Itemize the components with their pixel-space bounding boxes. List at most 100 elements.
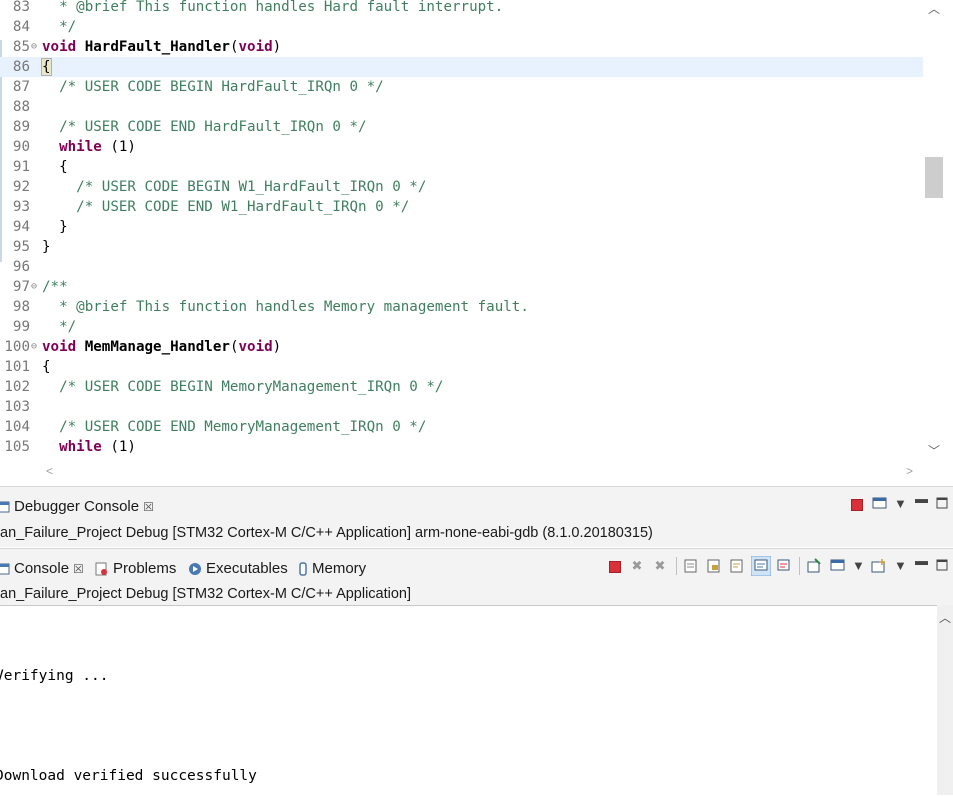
code-line[interactable]: 95}	[0, 237, 923, 257]
code-line[interactable]: 90 while (1)	[0, 137, 923, 157]
tab-problems[interactable]: Problems	[95, 557, 176, 581]
code-line[interactable]: 101 {	[0, 357, 923, 377]
code-line[interactable]: 83 * @brief This function handles Hard f…	[0, 0, 923, 17]
scroll-right-arrow-icon[interactable]: >	[906, 464, 913, 478]
code-line[interactable]: 92 /* USER CODE BEGIN W1_HardFault_IRQn …	[0, 177, 923, 197]
code-line[interactable]: 87 /* USER CODE BEGIN HardFault_IRQn 0 *…	[0, 77, 923, 97]
remove-launch-icon[interactable]: ✖	[629, 558, 645, 574]
code-token: (1)	[101, 439, 136, 455]
line-number: 101	[4, 359, 30, 375]
tab-label: Debugger Console	[14, 498, 140, 515]
code-line[interactable]: 104 /* USER CODE END MemoryManagement_IR…	[0, 417, 923, 437]
minimize-icon[interactable]: ▬	[915, 491, 928, 506]
code-line[interactable]: 105 while (1)	[0, 437, 923, 457]
line-number: 87	[12, 79, 30, 95]
code-token: (1)	[101, 139, 136, 155]
fold-toggle-icon[interactable]: ⊖	[31, 337, 40, 357]
remove-all-terminated-icon[interactable]: ✖	[652, 558, 668, 574]
code-token: */	[42, 319, 77, 335]
fold-toggle-icon[interactable]: ⊖	[31, 277, 40, 297]
code-line[interactable]: 99 */	[0, 317, 923, 337]
code-token: {	[42, 159, 68, 175]
code-token: * @brief This function handles Hard faul…	[42, 0, 504, 15]
editor-horizontal-scrollbar[interactable]: < >	[0, 462, 923, 482]
code-token: }	[42, 239, 51, 255]
line-number: 95	[12, 239, 30, 255]
code-token: void	[42, 339, 77, 355]
problems-icon	[95, 562, 107, 576]
code-token: /* USER CODE BEGIN W1_HardFault_IRQn 0 *…	[42, 179, 427, 195]
pin-console-icon[interactable]	[806, 558, 822, 574]
code-line[interactable]: 85 ⊖ void HardFault_Handler(void)	[0, 37, 923, 57]
tab-debugger-console[interactable]: Debugger Console ☒	[0, 495, 154, 519]
maximize-icon[interactable]	[936, 559, 948, 571]
tab-memory[interactable]: Memory	[298, 557, 366, 581]
terminate-icon[interactable]	[851, 499, 863, 511]
code-line[interactable]: 84 */	[0, 17, 923, 37]
close-tab-icon[interactable]: ☒	[73, 562, 84, 576]
code-area[interactable]: 83 * @brief This function handles Hard f…	[0, 0, 923, 457]
clear-console-icon[interactable]	[683, 558, 699, 574]
code-line[interactable]: 86 {	[0, 57, 923, 77]
code-text: /* USER CODE END W1_HardFault_IRQn 0 */	[42, 197, 409, 217]
scroll-down-arrow-icon[interactable]: ﹀	[923, 442, 945, 459]
code-token: )	[272, 39, 282, 55]
code-line[interactable]: 96	[0, 257, 923, 277]
code-token: /* USER CODE BEGIN HardFault_IRQn 0 */	[42, 79, 384, 95]
view-menu-chevron-down-icon[interactable]: ▼	[894, 496, 907, 511]
minimize-icon[interactable]: ▬	[915, 553, 928, 568]
line-number: 85	[12, 39, 30, 55]
show-console-on-error-icon[interactable]	[776, 558, 792, 574]
code-editor[interactable]: 83 * @brief This function handles Hard f…	[0, 0, 953, 484]
line-number: 91	[12, 159, 30, 175]
display-console-chevron-down-icon[interactable]: ▼	[852, 558, 865, 573]
code-token: /* USER CODE END HardFault_IRQn 0 */	[42, 119, 367, 135]
code-text: {	[42, 157, 68, 177]
code-line[interactable]: 102 /* USER CODE BEGIN MemoryManagement_…	[0, 377, 923, 397]
code-line[interactable]: 89 /* USER CODE END HardFault_IRQn 0 */	[0, 117, 923, 137]
line-number: 86	[12, 59, 30, 75]
scroll-lock-icon[interactable]	[706, 558, 722, 574]
close-tab-icon[interactable]: ☒	[143, 500, 154, 514]
line-number: 83	[12, 0, 30, 15]
code-line[interactable]: 93 /* USER CODE END W1_HardFault_IRQn 0 …	[0, 197, 923, 217]
code-token: /**	[42, 279, 68, 295]
editor-vertical-scrollbar[interactable]: ︿ ﹀	[923, 0, 953, 462]
code-line[interactable]: 94 }	[0, 217, 923, 237]
code-text: /* USER CODE END HardFault_IRQn 0 */	[42, 117, 367, 137]
code-token: )	[272, 339, 282, 355]
code-text: /* USER CODE END MemoryManagement_IRQn 0…	[42, 417, 426, 437]
tab-executables[interactable]: Executables	[188, 557, 288, 581]
console-vertical-scrollbar[interactable]: ︿	[937, 605, 953, 795]
scroll-left-arrow-icon[interactable]: <	[46, 464, 53, 478]
code-token: while	[59, 139, 102, 155]
fold-toggle-icon[interactable]: ⊖	[31, 37, 40, 57]
debugger-console-view: Debugger Console ☒ ▼ ▬ an_Failure_Project…	[0, 486, 953, 547]
code-text: */	[42, 317, 76, 337]
terminate-icon[interactable]	[609, 561, 621, 573]
scrollbar-thumb[interactable]	[925, 157, 943, 198]
tab-console[interactable]: Console ☒	[0, 557, 84, 581]
console-output[interactable]: Verifying ... Download verified successf…	[0, 605, 937, 796]
code-line[interactable]: 88	[0, 97, 923, 117]
code-line[interactable]: 97 ⊖/**	[0, 277, 923, 297]
maximize-icon[interactable]	[936, 497, 948, 509]
scroll-up-arrow-icon[interactable]: ︿	[923, 0, 945, 17]
open-console-chevron-down-icon[interactable]: ▼	[894, 558, 907, 573]
scroll-up-arrow-icon[interactable]: ︿	[937, 609, 953, 626]
line-number: 103	[4, 399, 30, 415]
code-line[interactable]: 91 {	[0, 157, 923, 177]
open-console-icon[interactable]	[871, 558, 889, 574]
code-line[interactable]: 98 * @brief This function handles Memory…	[0, 297, 923, 317]
show-console-on-output-icon[interactable]	[751, 556, 771, 576]
word-wrap-icon[interactable]	[729, 558, 745, 574]
code-line[interactable]: 103	[0, 397, 923, 417]
code-text: {	[42, 357, 51, 377]
display-selected-console-icon[interactable]	[830, 558, 848, 574]
tab-label: Memory	[312, 560, 367, 577]
code-text: while (1)	[42, 437, 136, 457]
code-token: void	[42, 39, 77, 55]
display-selected-console-icon[interactable]	[872, 496, 890, 512]
code-line[interactable]: 100 ⊖ void MemManage_Handler(void)	[0, 337, 923, 357]
